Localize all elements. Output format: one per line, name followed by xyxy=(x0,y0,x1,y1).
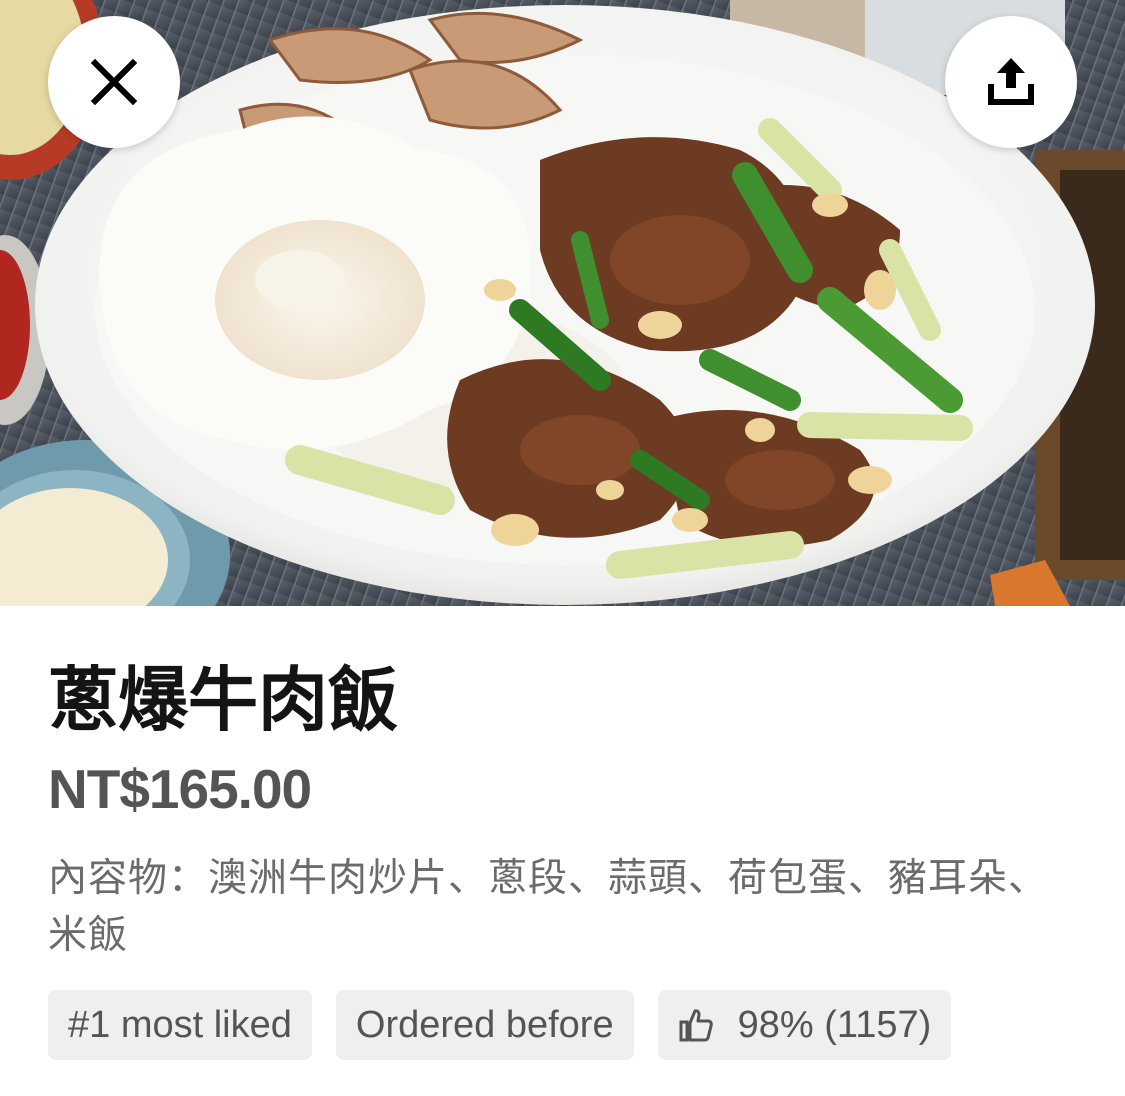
most-liked-label: #1 most liked xyxy=(68,1003,292,1046)
rating-badge: 98% (1157) xyxy=(657,990,952,1060)
item-price: NT$165.00 xyxy=(48,758,312,820)
close-icon xyxy=(90,58,138,106)
badge-row: #1 most liked Ordered before 98% (1157) xyxy=(48,990,952,1060)
menu-item-page: 蔥爆牛肉飯 NT$165.00 內容物：澳洲牛肉炒片、蔥段、蒜頭、荷包蛋、豬耳朵… xyxy=(0,0,1125,1096)
share-button[interactable] xyxy=(945,16,1077,148)
thumbs-up-icon xyxy=(679,1009,713,1042)
most-liked-badge: #1 most liked xyxy=(48,990,312,1060)
ordered-before-label: Ordered before xyxy=(355,1003,614,1046)
close-button[interactable] xyxy=(48,16,180,148)
ordered-before-badge: Ordered before xyxy=(335,990,634,1060)
item-title: 蔥爆牛肉飯 xyxy=(48,659,398,741)
share-icon xyxy=(988,58,1034,105)
item-photo xyxy=(0,0,1125,606)
rating-label: 98% (1157) xyxy=(737,1003,932,1046)
item-description: 內容物：澳洲牛肉炒片、蔥段、蒜頭、荷包蛋、豬耳朵、米飯 xyxy=(48,856,1049,958)
